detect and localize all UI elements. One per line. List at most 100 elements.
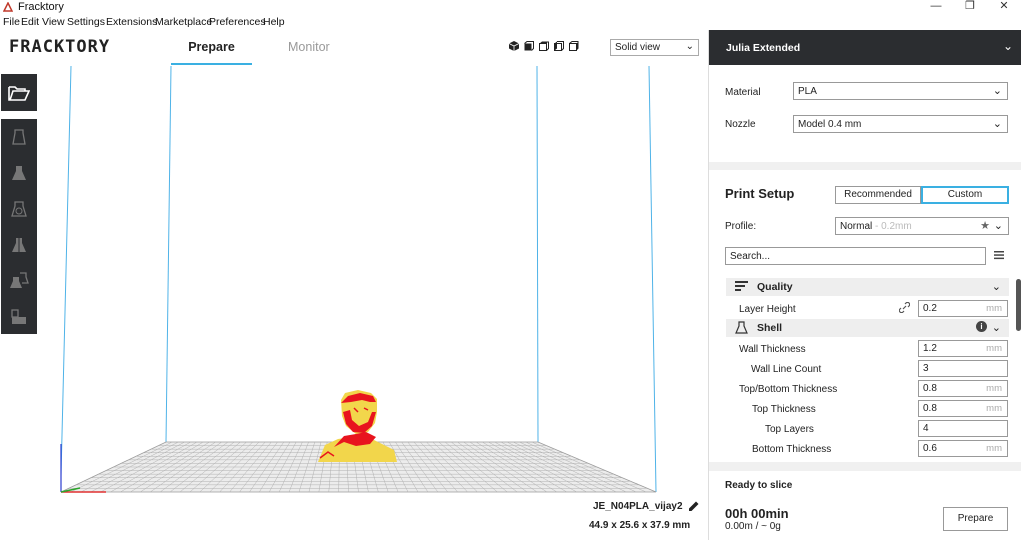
- material-dropdown[interactable]: PLA ⌄: [793, 82, 1008, 100]
- chevron-down-icon: ⌄: [1002, 39, 1013, 53]
- move-tool-icon[interactable]: [9, 127, 29, 147]
- support-blocker-icon[interactable]: [9, 307, 29, 327]
- build-plate-viewport[interactable]: [38, 66, 708, 540]
- printer-name: Julia Extended: [726, 42, 801, 54]
- unit-label: mm: [986, 303, 1002, 314]
- title-bar: Fracktory — ❐ ✕: [0, 0, 1021, 15]
- category-quality-label: Quality: [757, 281, 793, 293]
- material-estimate: 0.00m / ~ 0g: [725, 521, 781, 532]
- menu-preferences[interactable]: Preferences: [209, 16, 266, 28]
- unit-label: mm: [986, 343, 1002, 354]
- unit-label: mm: [986, 403, 1002, 414]
- printer-selector[interactable]: Julia Extended ⌄: [709, 30, 1021, 65]
- setting-bottom-thickness-label: Bottom Thickness: [752, 444, 832, 455]
- material-value: PLA: [798, 86, 817, 97]
- setting-top-thickness-input[interactable]: 0.8 mm: [918, 400, 1008, 417]
- prepare-slice-button[interactable]: Prepare: [943, 507, 1008, 531]
- view-top-icon[interactable]: [538, 40, 550, 52]
- link-icon[interactable]: [899, 302, 910, 313]
- menu-bar: File Edit View Settings Extensions Marke…: [0, 15, 300, 30]
- menu-view[interactable]: View: [42, 16, 65, 28]
- quality-icon: [735, 281, 748, 291]
- tools-toolbar: [1, 119, 37, 334]
- setting-wall-thickness-label: Wall Thickness: [739, 344, 806, 355]
- maximize-button[interactable]: ❐: [955, 0, 985, 15]
- info-icon[interactable]: i: [976, 321, 987, 332]
- view-right-icon[interactable]: [568, 40, 580, 52]
- menu-settings[interactable]: Settings: [67, 16, 105, 28]
- active-tab-indicator: [171, 63, 252, 65]
- profile-label: Profile:: [725, 221, 757, 232]
- tab-prepare[interactable]: Prepare: [171, 40, 252, 54]
- settings-scrollbar[interactable]: [1016, 279, 1021, 331]
- folder-open-icon: [8, 86, 30, 101]
- app-icon: [3, 2, 13, 12]
- scale-tool-icon[interactable]: [9, 163, 29, 183]
- setting-layer-height-label: Layer Height: [739, 304, 796, 315]
- menu-edit[interactable]: Edit: [21, 16, 39, 28]
- per-model-settings-icon[interactable]: [9, 271, 29, 291]
- setting-top-layers-value: 4: [923, 423, 929, 434]
- setting-top-layers-input[interactable]: 4: [918, 420, 1008, 437]
- window-title: Fracktory: [18, 1, 64, 13]
- hamburger-menu-icon[interactable]: [994, 250, 1004, 260]
- recommended-mode-button[interactable]: Recommended: [835, 186, 921, 204]
- chevron-down-icon: ⌄: [993, 220, 1003, 232]
- setting-wall-line-count-input[interactable]: 3: [918, 360, 1008, 377]
- setting-top-layers-label: Top Layers: [765, 424, 814, 435]
- menu-help[interactable]: Help: [263, 16, 285, 28]
- model-dimensions: 44.9 x 25.6 x 37.9 mm: [589, 520, 691, 531]
- 3d-model-bust[interactable]: [318, 390, 397, 462]
- view-mode-value: Solid view: [615, 42, 661, 53]
- settings-search-input[interactable]: Search...: [725, 247, 986, 265]
- app-logo: FRACKTORY: [9, 37, 111, 57]
- setting-top-bottom-thickness-input[interactable]: 0.8 mm: [918, 380, 1008, 397]
- material-label: Material: [725, 87, 761, 98]
- tab-monitor[interactable]: Monitor: [288, 40, 330, 54]
- menu-file[interactable]: File: [3, 16, 20, 28]
- star-icon[interactable]: ★: [980, 219, 990, 232]
- setting-top-thickness-label: Top Thickness: [752, 404, 816, 415]
- setting-wall-line-count-label: Wall Line Count: [751, 364, 822, 375]
- nozzle-value: Model 0.4 mm: [798, 119, 862, 130]
- mirror-tool-icon[interactable]: [9, 235, 29, 255]
- setting-layer-height-input[interactable]: 0.2 mm: [918, 300, 1008, 317]
- menu-marketplace[interactable]: Marketplace: [155, 16, 212, 28]
- chevron-down-icon: ⌄: [685, 41, 694, 52]
- view-front-icon[interactable]: [523, 40, 535, 52]
- chevron-down-icon: ⌄: [991, 281, 1001, 293]
- model-name-label: JE_N04PLA_vijay2: [593, 501, 683, 512]
- chevron-down-icon: ⌄: [992, 85, 1002, 97]
- close-button[interactable]: ✕: [989, 0, 1019, 15]
- setting-wall-thickness-input[interactable]: 1.2 mm: [918, 340, 1008, 357]
- profile-dropdown[interactable]: Normal - 0.2mm ★ ⌄: [835, 217, 1009, 235]
- nozzle-label: Nozzle: [725, 119, 756, 130]
- menu-extensions[interactable]: Extensions: [106, 16, 157, 28]
- nozzle-dropdown[interactable]: Model 0.4 mm ⌄: [793, 115, 1008, 133]
- shell-icon: [735, 321, 748, 334]
- profile-name: Normal: [840, 221, 873, 232]
- view-3d-icon[interactable]: [508, 40, 520, 52]
- setting-wall-thickness-value: 1.2: [923, 343, 937, 354]
- camera-view-buttons: [508, 40, 604, 54]
- minimize-button[interactable]: —: [921, 0, 951, 15]
- category-quality[interactable]: Quality ⌄: [726, 278, 1009, 296]
- open-file-button[interactable]: [1, 74, 37, 111]
- section-divider: [709, 462, 1021, 471]
- setting-bottom-thickness-input[interactable]: 0.6 mm: [918, 440, 1008, 457]
- print-setup-title: Print Setup: [725, 186, 795, 201]
- rotate-tool-icon[interactable]: [9, 199, 29, 219]
- settings-panel: Julia Extended ⌄ Material PLA ⌄ Nozzle M…: [708, 30, 1021, 540]
- slice-status: Ready to slice: [725, 480, 793, 491]
- pencil-icon[interactable]: [687, 500, 700, 513]
- view-mode-dropdown[interactable]: Solid view ⌄: [610, 39, 699, 56]
- setting-top-thickness-value: 0.8: [923, 403, 937, 414]
- chevron-down-icon: ⌄: [992, 118, 1002, 130]
- unit-label: mm: [986, 383, 1002, 394]
- category-shell[interactable]: Shell i ⌄: [726, 319, 1009, 337]
- custom-mode-button[interactable]: Custom: [921, 186, 1009, 204]
- print-time-estimate: 00h 00min: [725, 506, 789, 521]
- setting-wall-line-count-value: 3: [923, 363, 929, 374]
- view-left-icon[interactable]: [553, 40, 565, 52]
- category-shell-label: Shell: [757, 322, 783, 334]
